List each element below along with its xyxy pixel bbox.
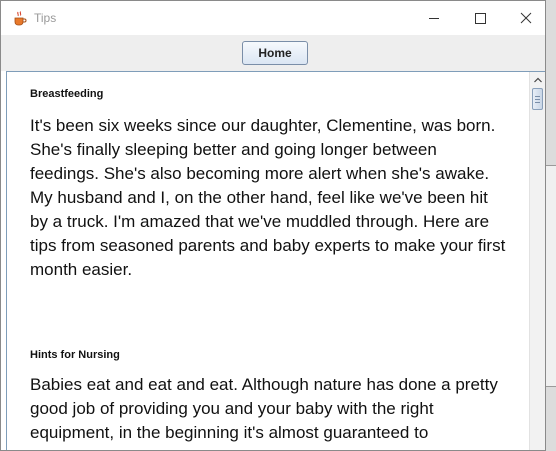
toolbar: Home (1, 35, 545, 71)
chevron-up-icon (534, 77, 542, 83)
maximize-icon (475, 13, 486, 24)
section-body: It's been six weeks since our daughter, … (30, 116, 506, 279)
section-body: Babies eat and eat and eat. Although nat… (30, 375, 498, 442)
maximize-button[interactable] (457, 1, 503, 35)
thumb-grip-line (535, 99, 540, 100)
content-scroll-pane[interactable]: Breastfeeding It's been six weeks since … (6, 71, 545, 450)
scroll-thumb[interactable] (532, 88, 543, 110)
window-title: Tips (34, 11, 57, 25)
thumb-grip-line (535, 102, 540, 103)
minimize-button[interactable] (411, 1, 457, 35)
background-window-edge-right (546, 165, 556, 387)
scroll-up-button[interactable] (530, 72, 545, 88)
close-icon (520, 12, 532, 24)
minimize-icon (429, 18, 439, 19)
java-cup-icon (12, 10, 28, 26)
tips-window: Tips Home Breastfeeding It's been six we… (0, 0, 546, 451)
title-bar[interactable]: Tips (1, 1, 545, 35)
vertical-scrollbar[interactable] (529, 72, 545, 450)
thumb-grip-line (535, 96, 540, 97)
home-button[interactable]: Home (242, 41, 308, 65)
close-button[interactable] (503, 1, 545, 35)
section-heading: Hints for Nursing (30, 349, 120, 361)
section-heading: Breastfeeding (30, 88, 104, 100)
